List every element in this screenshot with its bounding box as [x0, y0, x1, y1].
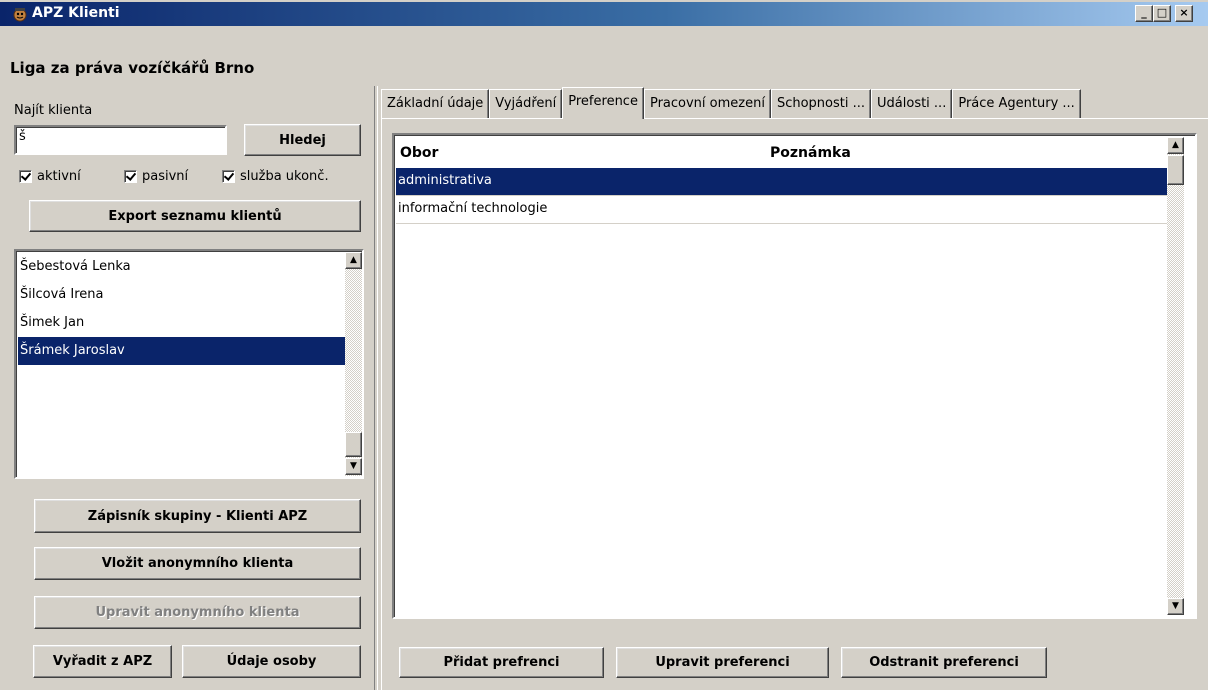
- filter-ended-checkbox[interactable]: služba ukonč.: [222, 169, 329, 184]
- checkbox-checked-icon: [124, 170, 137, 183]
- filter-ended-label: služba ukonč.: [240, 169, 329, 184]
- column-header-poznamka[interactable]: Poznámka: [770, 145, 851, 161]
- maximize-button[interactable]: □: [1153, 5, 1171, 22]
- tab-bar: Základní údaje Vyjádření Preference Pracovn…: [381, 87, 1081, 119]
- edit-anonymous-client-button[interactable]: Upravit anonymního klienta: [34, 596, 361, 629]
- scroll-thumb[interactable]: [1167, 155, 1184, 185]
- table-row[interactable]: administrativa: [396, 168, 1168, 196]
- scroll-up-icon[interactable]: ▲: [1167, 137, 1184, 154]
- filter-passive-checkbox[interactable]: pasivní: [124, 169, 188, 184]
- edit-preference-button[interactable]: Upravit preferenci: [616, 647, 829, 678]
- scroll-thumb[interactable]: [345, 432, 362, 457]
- insert-anonymous-client-button[interactable]: Vložit anonymního klienta: [34, 547, 361, 580]
- close-button[interactable]: ×: [1175, 5, 1193, 22]
- app-icon: [13, 8, 27, 22]
- tab-schopnosti[interactable]: Schopnosti ...: [770, 89, 872, 119]
- client-list-item[interactable]: Šilcová Irena: [18, 281, 346, 309]
- export-clients-button[interactable]: Export seznamu klientů: [29, 200, 361, 232]
- window-title: APZ Klienti: [32, 5, 120, 21]
- minimize-button[interactable]: _: [1135, 5, 1153, 22]
- grid-header: Obor Poznámka: [396, 145, 1168, 167]
- checkbox-checked-icon: [19, 170, 32, 183]
- client-list-item[interactable]: Šimek Jan: [18, 309, 346, 337]
- table-row[interactable]: informační technologie: [396, 196, 1168, 224]
- client-list-items: Šebestová Lenka Šilcová Irena Šimek Jan Šrá…: [18, 253, 346, 365]
- add-preference-button[interactable]: Přidat prefrenci: [399, 647, 604, 678]
- tab-základní-údaje[interactable]: Základní údaje: [381, 89, 490, 119]
- title-bar[interactable]: APZ Klienti _ □ ×: [0, 2, 1208, 26]
- tab-vyjádření[interactable]: Vyjádření: [489, 89, 563, 119]
- column-header-obor[interactable]: Obor: [400, 145, 438, 161]
- person-data-button[interactable]: Údaje osoby: [182, 645, 361, 678]
- scroll-down-icon[interactable]: ▼: [345, 458, 362, 475]
- client-list-item[interactable]: Šebestová Lenka: [18, 253, 346, 281]
- preferences-grid[interactable]: Obor Poznámka administrativa informační t…: [392, 133, 1197, 619]
- scroll-down-icon[interactable]: ▼: [1167, 598, 1184, 615]
- filter-active-label: aktivní: [37, 169, 81, 184]
- filter-active-checkbox[interactable]: aktivní: [19, 169, 81, 184]
- tab-práce-agentury[interactable]: Práce Agentury ...: [952, 89, 1081, 119]
- cell-obor: informační technologie: [398, 201, 548, 216]
- app-window: APZ Klienti _ □ × Liga za práva vozíčkář…: [0, 0, 1208, 690]
- organization-bar: Liga za práva vozíčkářů Brno: [0, 28, 1208, 86]
- tab-pracovní-omezení[interactable]: Pracovní omezení: [643, 89, 771, 119]
- client-list-scrollbar[interactable]: ▲ ▼: [345, 252, 362, 476]
- checkbox-checked-icon: [222, 170, 235, 183]
- grid-scrollbar[interactable]: ▲ ▼: [1167, 137, 1184, 615]
- tab-preference[interactable]: Preference: [562, 87, 644, 119]
- cell-obor: administrativa: [398, 173, 492, 188]
- filter-passive-label: pasivní: [142, 169, 189, 184]
- scroll-up-icon[interactable]: ▲: [345, 252, 362, 269]
- search-button[interactable]: Hledej: [244, 124, 361, 156]
- panel-separator[interactable]: [374, 86, 378, 690]
- organization-name: Liga za práva vozíčkářů Brno: [10, 59, 255, 77]
- remove-from-apz-button[interactable]: Vyřadit z APZ: [33, 645, 172, 678]
- search-label: Najít klienta: [14, 103, 93, 118]
- client-list-item[interactable]: Šrámek Jaroslav: [18, 337, 346, 365]
- tab-události[interactable]: Události ...: [871, 89, 953, 119]
- search-input[interactable]: š: [14, 125, 227, 155]
- notebook-button[interactable]: Zápisník skupiny - Klienti APZ: [34, 499, 361, 533]
- client-list[interactable]: Šebestová Lenka Šilcová Irena Šimek Jan Šrá…: [14, 249, 364, 479]
- remove-preference-button[interactable]: Odstranit preferenci: [841, 647, 1047, 678]
